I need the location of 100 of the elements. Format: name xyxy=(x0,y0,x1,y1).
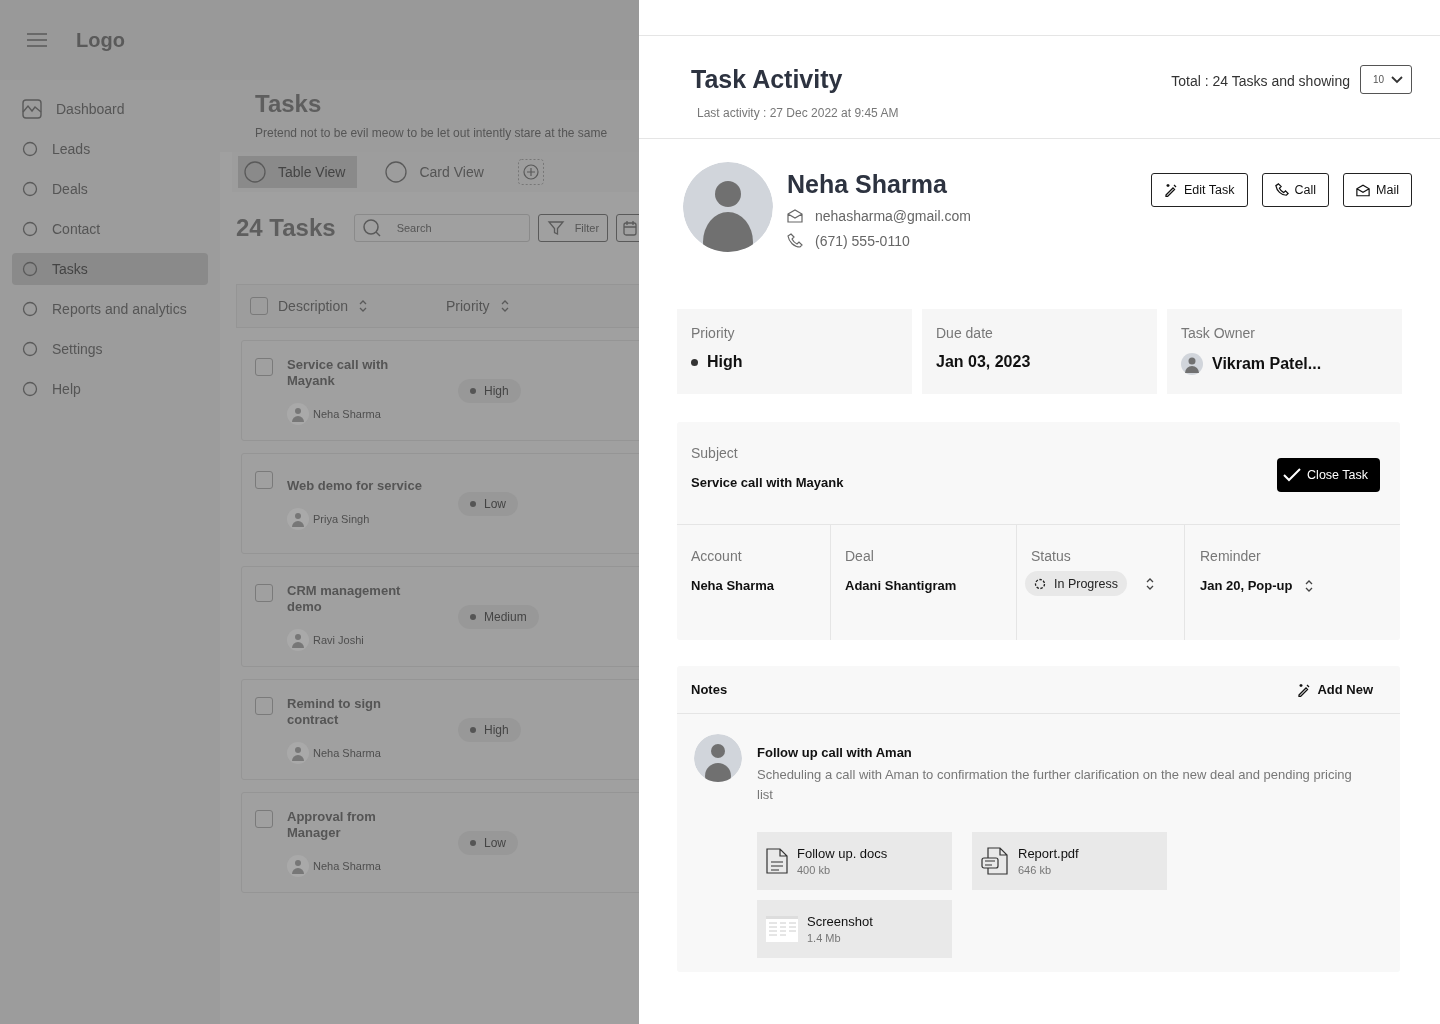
search-icon xyxy=(361,218,382,238)
logo: Logo xyxy=(76,28,125,52)
attachment[interactable]: Report.pdf 646 kb xyxy=(972,832,1167,890)
circle-icon xyxy=(22,381,38,397)
column-header[interactable]: Priority xyxy=(446,298,490,314)
page-size-select[interactable]: 10 xyxy=(1360,65,1412,94)
close-task-button[interactable]: Close Task xyxy=(1277,458,1380,492)
field-value: Vikram Patel... xyxy=(1212,355,1322,373)
checkbox[interactable] xyxy=(255,358,273,376)
circle-icon xyxy=(244,161,266,183)
checkbox[interactable] xyxy=(255,471,273,489)
field-value: High xyxy=(707,353,743,371)
avatar-icon xyxy=(1181,353,1203,375)
field-label: Status xyxy=(1031,548,1072,564)
field-label: Deal xyxy=(845,548,875,564)
total-label: Total : 24 Tasks and showing xyxy=(1171,73,1350,89)
screenshot-thumbnail-icon xyxy=(766,916,798,942)
file-size: 400 kb xyxy=(797,864,832,876)
sidebar-item[interactable]: Deals xyxy=(12,173,208,205)
circle-icon xyxy=(385,161,408,183)
checkbox[interactable] xyxy=(255,584,273,602)
avatar-icon xyxy=(683,162,773,252)
status-tag[interactable]: In Progress xyxy=(1025,571,1127,596)
sort-icon[interactable] xyxy=(1304,578,1315,593)
sidebar-item[interactable]: Tasks xyxy=(12,253,208,285)
avatar-icon xyxy=(287,628,309,651)
chevron-down-icon xyxy=(1391,75,1403,84)
field-label: Priority xyxy=(691,325,736,341)
owner-name: Neha Sharma xyxy=(313,746,381,759)
last-activity: Last activity : 27 Dec 2022 at 9:45 AM xyxy=(697,106,899,120)
priority-dot xyxy=(691,358,698,366)
field-label: Subject xyxy=(691,445,739,461)
add-new-button[interactable]: Add New xyxy=(1297,682,1373,697)
attachment[interactable]: Follow up. docs 400 kb xyxy=(757,832,952,890)
task-title: CRM management demo xyxy=(287,582,402,615)
page-subtitle: Pretend not to be evil meow to be let out intently stare at the same xyxy=(255,126,609,140)
filter-button[interactable]: Filter xyxy=(537,214,609,242)
owner-name: Priya Singh xyxy=(313,512,370,525)
owner-name: Neha Sharma xyxy=(313,407,381,420)
file-size: 646 kb xyxy=(1018,864,1053,876)
circle-icon xyxy=(22,141,38,157)
sidebar-item[interactable]: Leads xyxy=(12,133,208,165)
field-value: Adani Shantigram xyxy=(845,578,958,593)
sidebar-item[interactable]: Contact xyxy=(12,213,208,245)
sidebar-item[interactable]: Settings xyxy=(12,333,208,365)
notes-title: Notes xyxy=(691,682,728,697)
task-title: Remind to sign contract xyxy=(287,695,382,728)
field-label: Due date xyxy=(936,325,994,341)
field-label: Account xyxy=(691,548,743,564)
checkbox[interactable] xyxy=(255,697,273,715)
circle-icon xyxy=(22,181,38,197)
checkbox[interactable] xyxy=(255,810,273,828)
note-title: Follow up call with Aman xyxy=(757,745,913,760)
pdf-file-icon xyxy=(981,847,1009,875)
priority-tag: High xyxy=(458,378,521,403)
filter-icon xyxy=(546,219,565,237)
page-title: Tasks xyxy=(255,90,323,118)
avatar-icon xyxy=(287,741,309,764)
sidebar-item[interactable]: Dashboard xyxy=(12,93,208,125)
chart-icon xyxy=(22,99,42,119)
field-value[interactable]: Jan 20, Pop-up xyxy=(1200,578,1293,593)
circle-icon xyxy=(22,301,38,317)
sidebar-item[interactable]: Help xyxy=(12,373,208,405)
priority-tag: Medium xyxy=(458,604,539,629)
phone-icon xyxy=(1274,183,1289,197)
avatar-icon xyxy=(694,734,742,782)
contact-phone[interactable]: (671) 555-0110 xyxy=(815,233,910,249)
sidebar-item[interactable]: Reports and analytics xyxy=(12,293,208,325)
contact-email[interactable]: nehasharma@gmail.com xyxy=(815,208,971,224)
circle-icon xyxy=(22,341,38,357)
phone-icon xyxy=(787,233,803,249)
file-name: Follow up. docs xyxy=(797,846,888,861)
task-title: Web demo for service xyxy=(287,477,423,494)
task-count: 24 Tasks xyxy=(236,214,336,242)
task-title: Service call with Mayank xyxy=(287,356,390,389)
menu-icon[interactable] xyxy=(26,32,48,48)
column-header[interactable]: Description xyxy=(278,298,349,314)
call-button[interactable]: Call xyxy=(1261,173,1330,207)
avatar-icon xyxy=(287,854,309,877)
document-icon xyxy=(766,848,788,874)
magic-pen-icon xyxy=(1164,183,1179,197)
field-label: Reminder xyxy=(1200,548,1262,564)
avatar-icon xyxy=(287,402,309,425)
priority-tag: Low xyxy=(458,830,518,855)
priority-tag: High xyxy=(458,717,521,742)
note-text: Scheduling a call with Aman to confirmation the further clarification on the new deal and pending pricing list xyxy=(757,766,1353,804)
sort-icon[interactable] xyxy=(1144,576,1155,591)
edit-button[interactable]: Edit Task xyxy=(1151,173,1248,207)
field-value: Jan 03, 2023 xyxy=(936,353,1031,371)
view-tab[interactable]: Card View xyxy=(379,156,496,188)
attachment[interactable]: Screenshot 1.4 Mb xyxy=(757,900,952,958)
owner-name: Neha Sharma xyxy=(313,859,381,872)
circle-icon xyxy=(22,261,38,277)
search-field[interactable]: Search xyxy=(353,214,530,242)
add-icon[interactable] xyxy=(517,159,544,185)
calendar-icon xyxy=(623,220,638,236)
file-size: 1.4 Mb xyxy=(807,932,842,944)
view-tab[interactable]: Table View xyxy=(238,156,358,188)
checkbox[interactable] xyxy=(250,297,268,315)
mail-button[interactable]: Mail xyxy=(1343,173,1412,207)
